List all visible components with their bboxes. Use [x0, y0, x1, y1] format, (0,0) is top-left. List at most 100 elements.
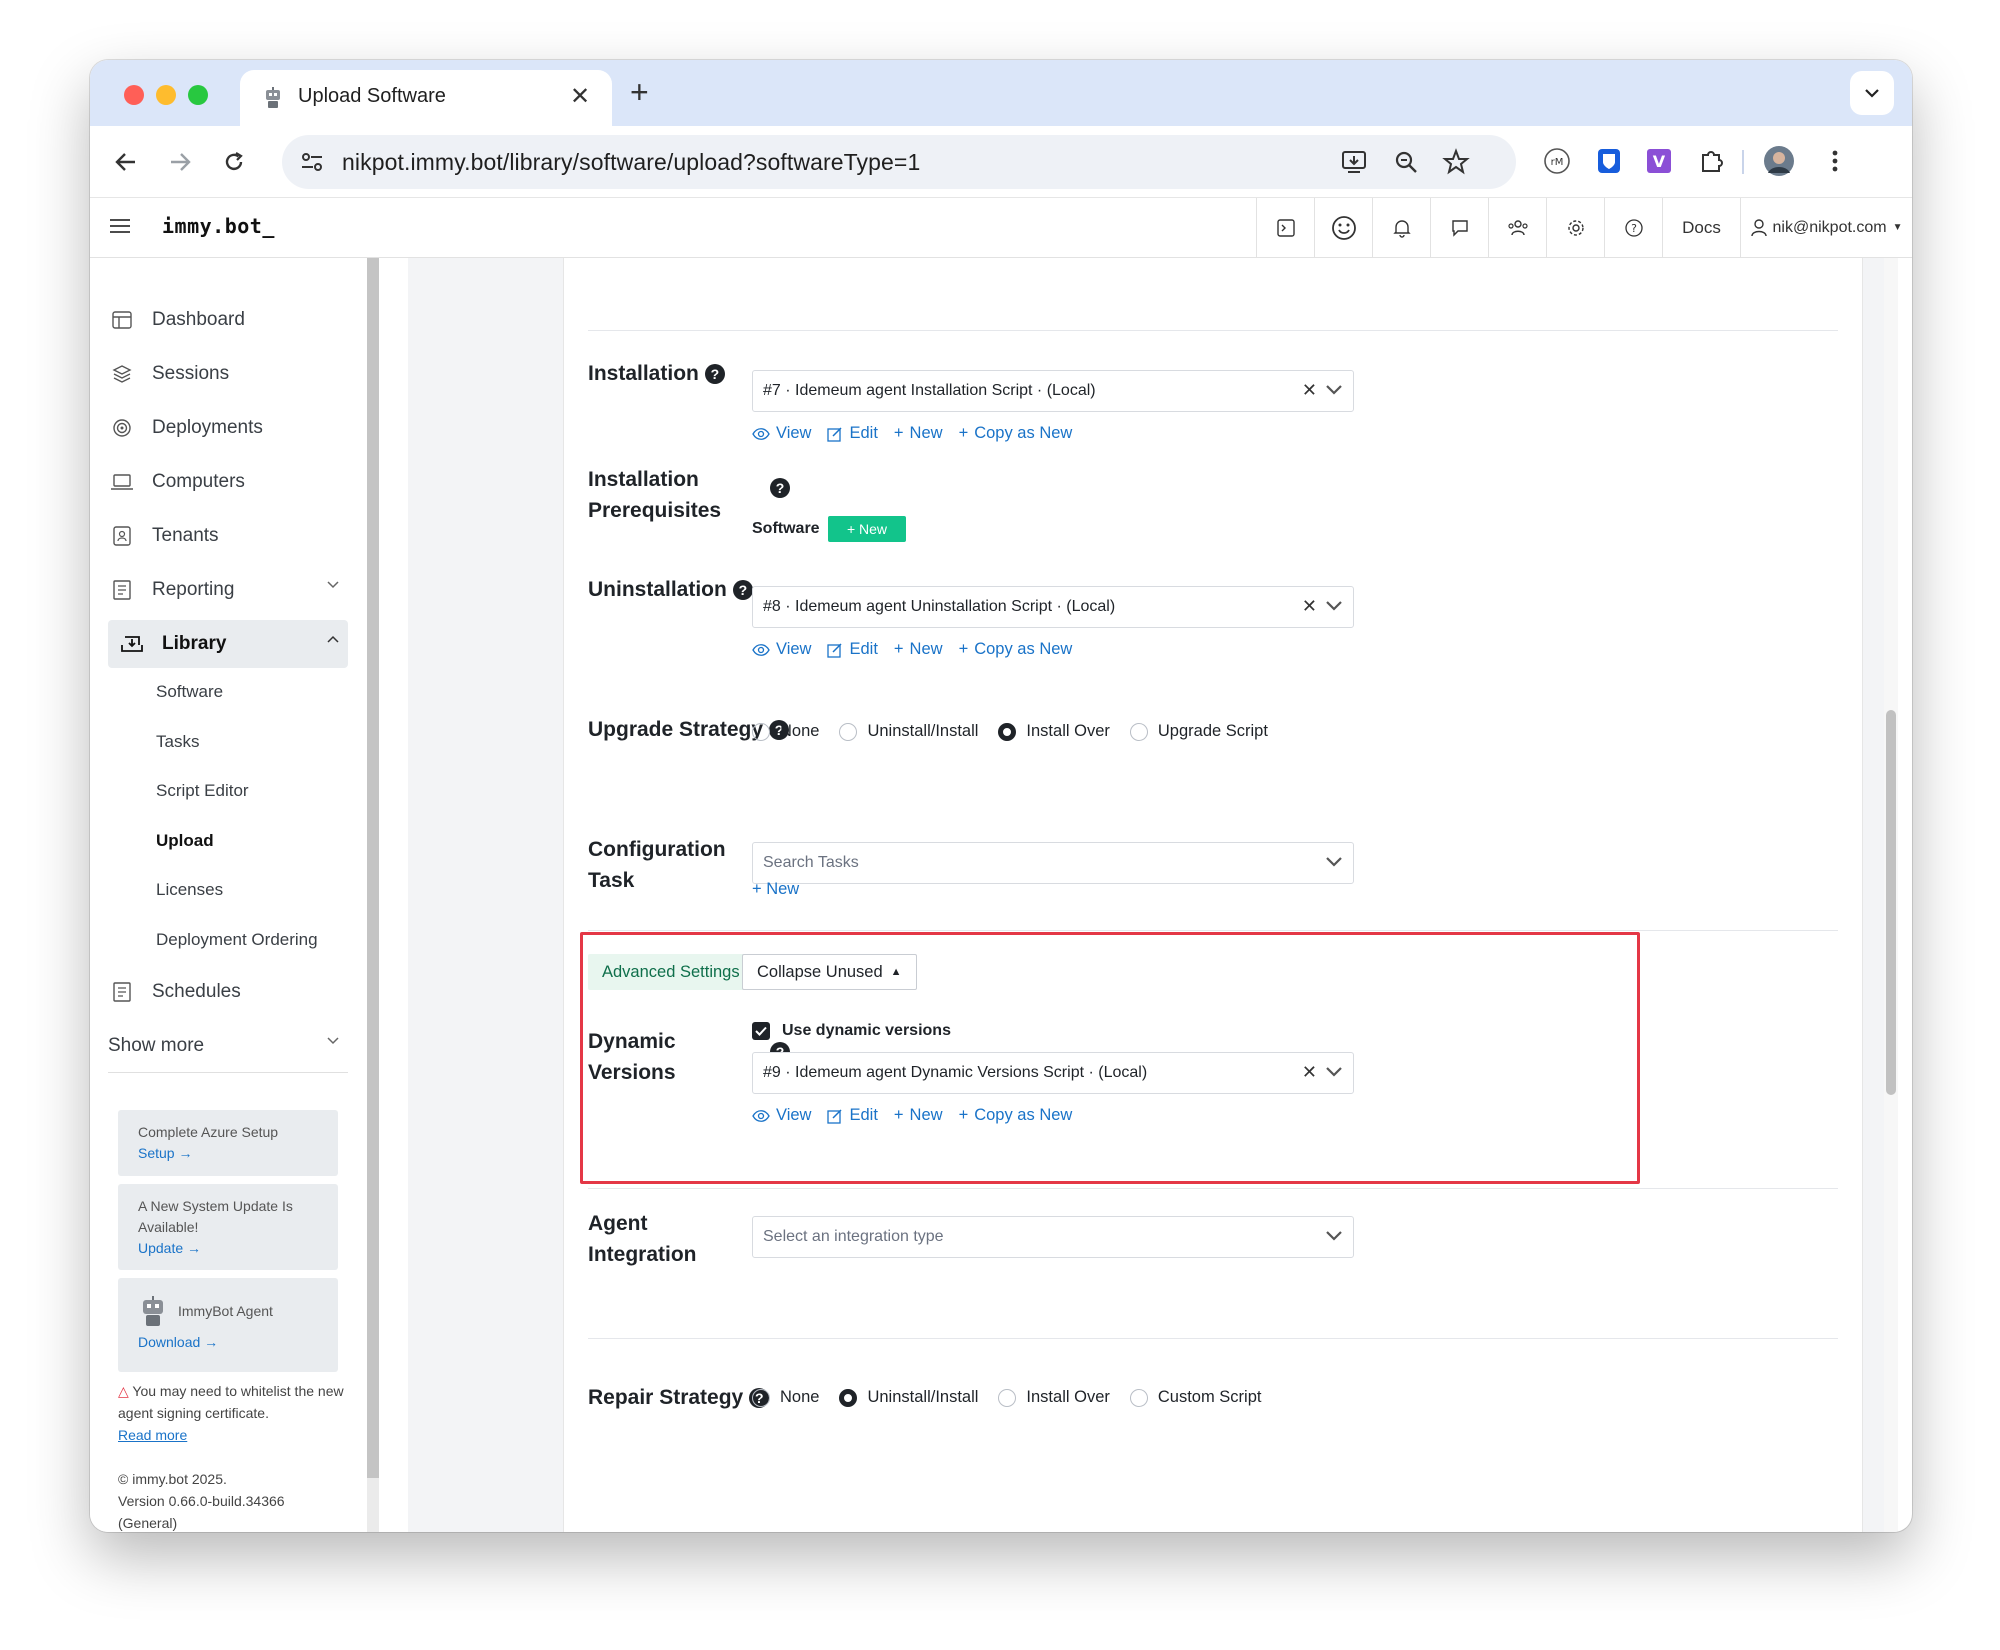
browser-menu-icon[interactable] — [1818, 144, 1852, 178]
view-button[interactable]: View — [752, 1106, 811, 1125]
edit-button[interactable]: Edit — [827, 424, 878, 443]
view-button[interactable]: View — [752, 640, 811, 659]
dynamic-versions-checkbox-row[interactable]: Use dynamic versions — [752, 1022, 951, 1040]
sidebar-subitem-tasks[interactable]: Tasks — [156, 732, 199, 752]
radio-button[interactable] — [752, 722, 770, 741]
read-more-link[interactable]: Read more — [118, 1424, 348, 1446]
view-button[interactable]: View — [752, 424, 811, 443]
sidebar-item-sessions[interactable]: Sessions — [108, 350, 348, 398]
new-button[interactable]: + New — [894, 424, 943, 443]
address-bar[interactable]: nikpot.immy.bot/library/software/upload?… — [282, 135, 1516, 189]
help-icon[interactable]: ? — [770, 478, 790, 498]
feedback-button[interactable] — [1314, 198, 1372, 257]
radio-button[interactable] — [1129, 1388, 1148, 1407]
user-menu[interactable]: nik@nikpot.com ▼ — [1740, 198, 1912, 257]
clear-icon[interactable]: ✕ — [1302, 596, 1317, 617]
minimize-window-button[interactable] — [156, 85, 176, 105]
chat-button[interactable] — [1430, 198, 1488, 257]
clear-icon[interactable]: ✕ — [1302, 1062, 1317, 1083]
extensions-puzzle-icon[interactable] — [1694, 144, 1728, 178]
maximize-window-button[interactable] — [188, 85, 208, 105]
configuration-task-select[interactable]: Search Tasks — [752, 842, 1354, 884]
hamburger-menu-icon[interactable] — [110, 218, 130, 234]
dynamic-versions-checkbox[interactable] — [752, 1022, 770, 1040]
sidebar-scrollbar-thumb[interactable] — [367, 258, 379, 1478]
docs-link[interactable]: Docs — [1662, 198, 1740, 257]
new-button[interactable]: + New — [894, 640, 943, 659]
browser-tab[interactable]: Upload Software ✕ — [240, 70, 612, 126]
tab-search-button[interactable] — [1850, 71, 1894, 115]
radio-button[interactable] — [752, 1388, 770, 1407]
profile-avatar[interactable] — [1762, 144, 1796, 178]
sidebar-subitem-licenses[interactable]: Licenses — [156, 880, 223, 900]
agent-download-link[interactable]: Download → — [138, 1332, 318, 1353]
vimium-extension-icon[interactable]: V — [1642, 144, 1676, 178]
help-icon[interactable]: ? — [704, 364, 725, 385]
upgrade-option-uninstall-install[interactable]: Uninstall/Install — [839, 722, 978, 741]
repair-option-none[interactable]: None — [752, 1388, 819, 1407]
dynamic-versions-script-select[interactable]: #9 · Idemeum agent Dynamic Versions Scri… — [752, 1052, 1354, 1094]
clear-icon[interactable]: ✕ — [1302, 380, 1317, 401]
help-icon[interactable]: ? — [732, 580, 753, 601]
terminal-button[interactable] — [1256, 198, 1314, 257]
sidebar-item-tenants[interactable]: Tenants — [108, 512, 348, 560]
remarkable-extension-icon[interactable]: rM — [1540, 144, 1574, 178]
forward-button[interactable] — [162, 144, 198, 180]
radio-button[interactable] — [839, 722, 858, 741]
radio-button-selected[interactable] — [998, 722, 1017, 741]
collapse-unused-button[interactable]: Collapse Unused ▲ — [742, 954, 917, 990]
sidebar-item-reporting[interactable]: Reporting — [108, 566, 348, 614]
add-prerequisite-button[interactable]: + New — [828, 516, 906, 542]
app-logo[interactable]: immy.bot_ — [162, 214, 275, 238]
sidebar-show-more[interactable]: Show more — [108, 1022, 348, 1070]
agent-integration-select[interactable]: Select an integration type — [752, 1216, 1354, 1258]
system-update-link[interactable]: Update → — [138, 1238, 318, 1259]
sidebar-item-deployments[interactable]: Deployments — [108, 404, 348, 452]
azure-setup-link[interactable]: Setup → — [138, 1143, 318, 1164]
sidebar-item-computers[interactable]: Computers — [108, 458, 348, 506]
copy-as-new-button[interactable]: + Copy as New — [959, 1106, 1073, 1125]
edit-button[interactable]: Edit — [827, 640, 878, 659]
advanced-settings-tab[interactable]: Advanced Settings — [588, 954, 754, 990]
sidebar-subitem-upload[interactable]: Upload — [156, 831, 214, 851]
install-app-icon[interactable] — [1340, 148, 1368, 176]
help-button[interactable]: ? — [1604, 198, 1662, 257]
new-task-link[interactable]: + New — [752, 880, 799, 899]
tab-close-icon[interactable]: ✕ — [570, 82, 590, 111]
upgrade-option-none[interactable]: None — [752, 722, 819, 741]
upgrade-option-upgrade-script[interactable]: Upgrade Script — [1129, 722, 1268, 741]
settings-button[interactable] — [1546, 198, 1604, 257]
zoom-icon[interactable] — [1392, 148, 1420, 176]
users-button[interactable] — [1488, 198, 1546, 257]
sidebar-item-library[interactable]: Library — [108, 620, 348, 668]
copy-as-new-button[interactable]: + Copy as New — [959, 640, 1073, 659]
chevron-down-icon[interactable] — [1325, 600, 1343, 612]
bitwarden-extension-icon[interactable] — [1592, 144, 1626, 178]
installation-script-select[interactable]: #7 · Idemeum agent Installation Script ·… — [752, 370, 1354, 412]
radio-button-selected[interactable] — [839, 1388, 858, 1407]
repair-option-uninstall-install[interactable]: Uninstall/Install — [839, 1388, 978, 1407]
new-button[interactable]: + New — [894, 1106, 943, 1125]
sidebar-subitem-software[interactable]: Software — [156, 682, 223, 702]
sidebar-subitem-deployment-ordering[interactable]: Deployment Ordering — [156, 930, 318, 950]
chevron-down-icon[interactable] — [1325, 1066, 1343, 1078]
back-button[interactable] — [108, 144, 144, 180]
bookmark-star-icon[interactable] — [1442, 148, 1470, 176]
main-scrollbar-thumb[interactable] — [1886, 710, 1896, 1095]
sidebar-subitem-script-editor[interactable]: Script Editor — [156, 781, 249, 801]
chevron-down-icon[interactable] — [1325, 1230, 1343, 1242]
new-tab-button[interactable]: + — [630, 74, 649, 111]
edit-button[interactable]: Edit — [827, 1106, 878, 1125]
chevron-down-icon[interactable] — [1325, 384, 1343, 396]
sidebar-item-dashboard[interactable]: Dashboard — [108, 296, 348, 344]
notifications-button[interactable] — [1372, 198, 1430, 257]
sidebar-item-schedules[interactable]: Schedules — [108, 968, 348, 1016]
close-window-button[interactable] — [124, 85, 144, 105]
radio-button[interactable] — [1129, 722, 1148, 741]
reload-button[interactable] — [216, 144, 252, 180]
chevron-down-icon[interactable] — [1325, 856, 1343, 868]
repair-option-install-over[interactable]: Install Over — [998, 1388, 1110, 1407]
copy-as-new-button[interactable]: + Copy as New — [959, 424, 1073, 443]
uninstallation-script-select[interactable]: #8 · Idemeum agent Uninstallation Script… — [752, 586, 1354, 628]
radio-button[interactable] — [998, 1388, 1017, 1407]
